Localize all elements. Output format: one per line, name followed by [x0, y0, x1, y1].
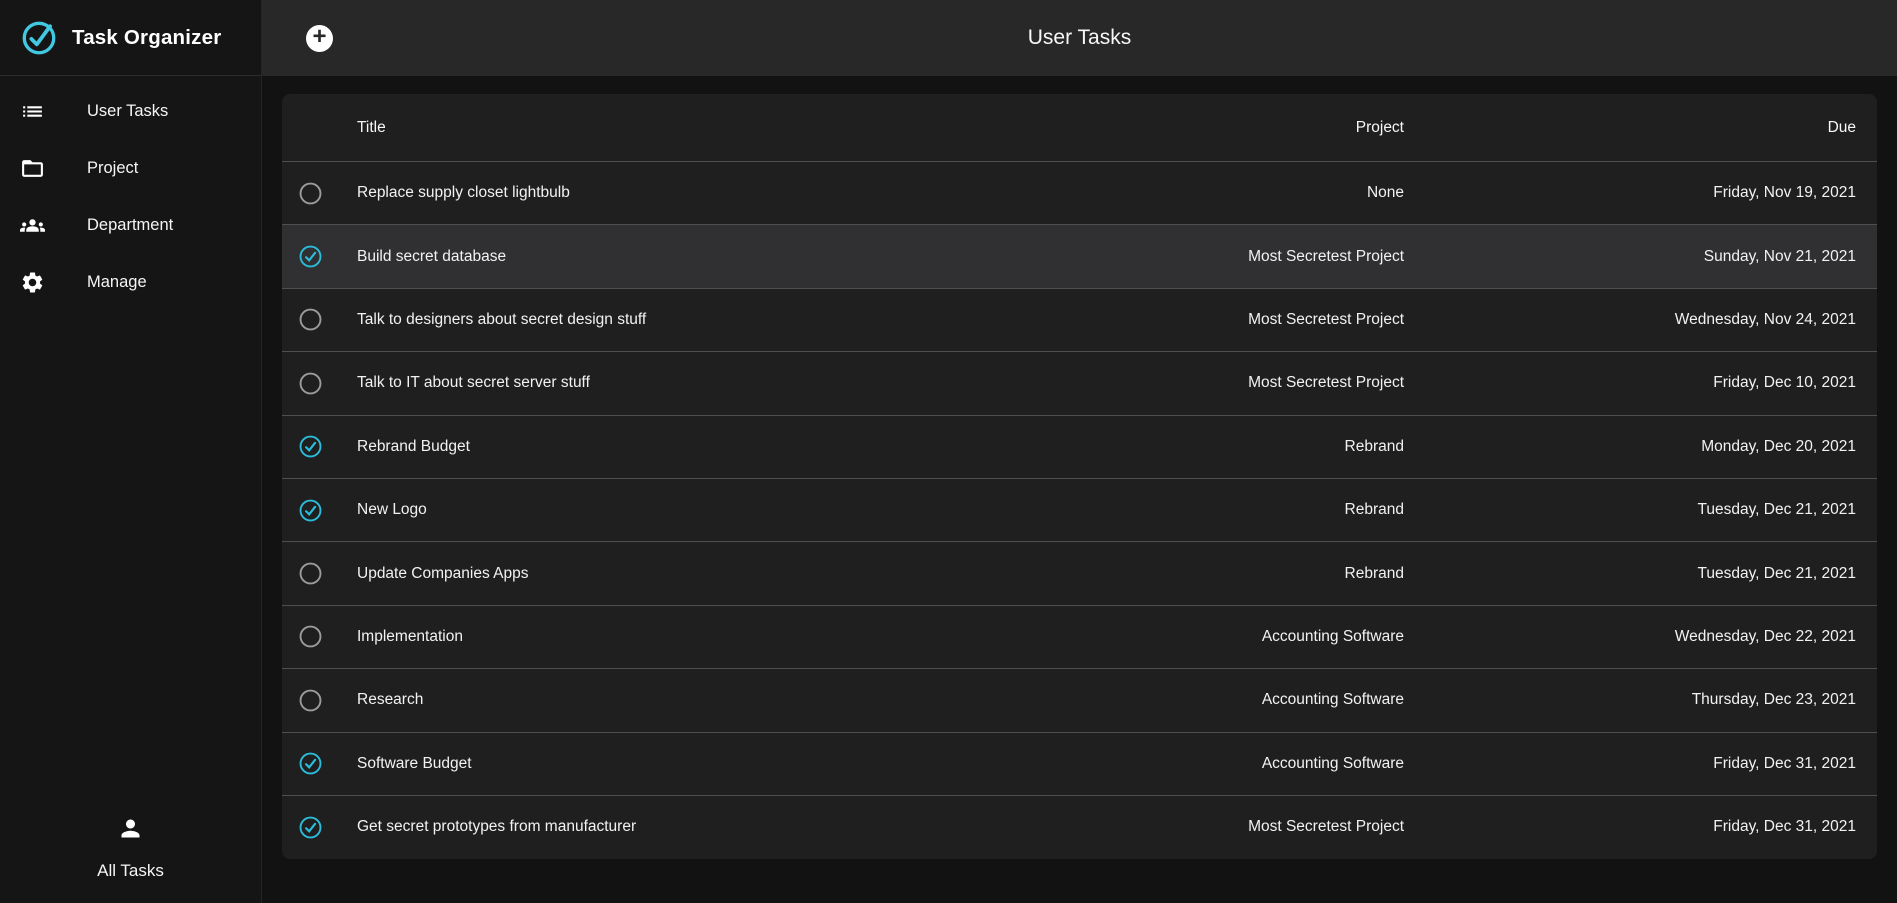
table-row[interactable]: Talk to IT about secret server stuff Mos… [282, 351, 1877, 414]
task-due: Wednesday, Nov 24, 2021 [1404, 311, 1856, 329]
table-row[interactable]: Talk to designers about secret design st… [282, 288, 1877, 351]
column-header-project: Project [1104, 119, 1404, 137]
task-title: Update Companies Apps [357, 565, 1104, 583]
table-row[interactable]: New Logo Rebrand Tuesday, Dec 21, 2021 [282, 478, 1877, 541]
table-header-row: Title Project Due [282, 94, 1877, 161]
table-body: Replace supply closet lightbulb None Fri… [282, 161, 1877, 858]
list-icon [20, 99, 45, 124]
table-row[interactable]: Research Accounting Software Thursday, D… [282, 668, 1877, 731]
add-task-button[interactable]: + [306, 25, 333, 52]
task-title: Talk to IT about secret server stuff [357, 374, 1104, 392]
table-row[interactable]: Software Budget Accounting Software Frid… [282, 732, 1877, 795]
task-status-circle-icon[interactable] [299, 245, 322, 268]
task-status-circle-icon[interactable] [299, 499, 322, 522]
table-row[interactable]: Replace supply closet lightbulb None Fri… [282, 161, 1877, 224]
sidebar-item-manage[interactable]: Manage [0, 254, 261, 311]
check-circle-logo-icon [20, 19, 58, 57]
header: + User Tasks [262, 0, 1897, 76]
task-project: Accounting Software [1104, 628, 1404, 646]
task-due: Tuesday, Dec 21, 2021 [1404, 501, 1856, 519]
task-status-circle-icon[interactable] [299, 372, 322, 395]
task-project: Most Secretest Project [1104, 311, 1404, 329]
task-status-circle-icon[interactable] [299, 435, 322, 458]
column-header-title: Title [357, 119, 1104, 137]
sidebar-item-label: User Tasks [87, 102, 168, 121]
sidebar-item-user-tasks[interactable]: User Tasks [0, 83, 261, 140]
sidebar-item-department[interactable]: Department [0, 197, 261, 254]
sidebar: Task Organizer User Tasks Project [0, 0, 262, 903]
all-tasks-label: All Tasks [97, 861, 164, 881]
task-status-circle-icon[interactable] [299, 689, 322, 712]
tasks-table: Title Project Due [282, 94, 1877, 859]
person-icon [117, 815, 144, 847]
task-project: Rebrand [1104, 438, 1404, 456]
task-project: Rebrand [1104, 565, 1404, 583]
task-title: Replace supply closet lightbulb [357, 184, 1104, 202]
table-row[interactable]: Get secret prototypes from manufacturer … [282, 795, 1877, 858]
table-row[interactable]: Rebrand Budget Rebrand Monday, Dec 20, 2… [282, 415, 1877, 478]
gear-icon [20, 270, 45, 295]
task-title: Rebrand Budget [357, 438, 1104, 456]
task-status-circle-icon[interactable] [299, 562, 322, 585]
task-due: Friday, Dec 10, 2021 [1404, 374, 1856, 392]
task-due: Friday, Dec 31, 2021 [1404, 755, 1856, 773]
task-due: Thursday, Dec 23, 2021 [1404, 691, 1856, 709]
sidebar-item-label: Manage [87, 273, 147, 292]
task-title: Get secret prototypes from manufacturer [357, 818, 1104, 836]
task-project: Accounting Software [1104, 755, 1404, 773]
app-logo: Task Organizer [0, 0, 261, 76]
task-due: Monday, Dec 20, 2021 [1404, 438, 1856, 456]
task-title: Build secret database [357, 248, 1104, 266]
task-project: None [1104, 184, 1404, 202]
sidebar-nav: User Tasks Project Department [0, 76, 261, 311]
app-title: Task Organizer [72, 26, 221, 50]
task-status-circle-icon[interactable] [299, 816, 322, 839]
task-status-circle-icon[interactable] [299, 308, 322, 331]
task-project: Most Secretest Project [1104, 374, 1404, 392]
sidebar-footer-all-tasks[interactable]: All Tasks [0, 815, 261, 903]
sidebar-item-label: Project [87, 159, 138, 178]
task-status-circle-icon[interactable] [299, 625, 322, 648]
task-title: Research [357, 691, 1104, 709]
task-status-circle-icon[interactable] [299, 752, 322, 775]
task-title: New Logo [357, 501, 1104, 519]
folder-icon [20, 156, 45, 181]
sidebar-item-label: Department [87, 216, 173, 235]
table-row[interactable]: Build secret database Most Secretest Pro… [282, 224, 1877, 287]
task-title: Implementation [357, 628, 1104, 646]
task-project: Rebrand [1104, 501, 1404, 519]
task-due: Friday, Nov 19, 2021 [1404, 184, 1856, 202]
page-title: User Tasks [1028, 26, 1131, 50]
task-project: Most Secretest Project [1104, 248, 1404, 266]
task-due: Wednesday, Dec 22, 2021 [1404, 628, 1856, 646]
task-status-circle-icon[interactable] [299, 182, 322, 205]
table-row[interactable]: Update Companies Apps Rebrand Tuesday, D… [282, 541, 1877, 604]
sidebar-item-project[interactable]: Project [0, 140, 261, 197]
task-title: Talk to designers about secret design st… [357, 311, 1104, 329]
column-header-due: Due [1404, 119, 1856, 137]
task-project: Most Secretest Project [1104, 818, 1404, 836]
groups-icon [20, 213, 45, 238]
table-row[interactable]: Implementation Accounting Software Wedne… [282, 605, 1877, 668]
task-project: Accounting Software [1104, 691, 1404, 709]
task-due: Tuesday, Dec 21, 2021 [1404, 565, 1856, 583]
task-due: Friday, Dec 31, 2021 [1404, 818, 1856, 836]
task-due: Sunday, Nov 21, 2021 [1404, 248, 1856, 266]
content-area: Title Project Due [262, 76, 1897, 903]
plus-icon: + [312, 25, 326, 49]
task-title: Software Budget [357, 755, 1104, 773]
main-area: + User Tasks Title Project Due [262, 0, 1897, 903]
